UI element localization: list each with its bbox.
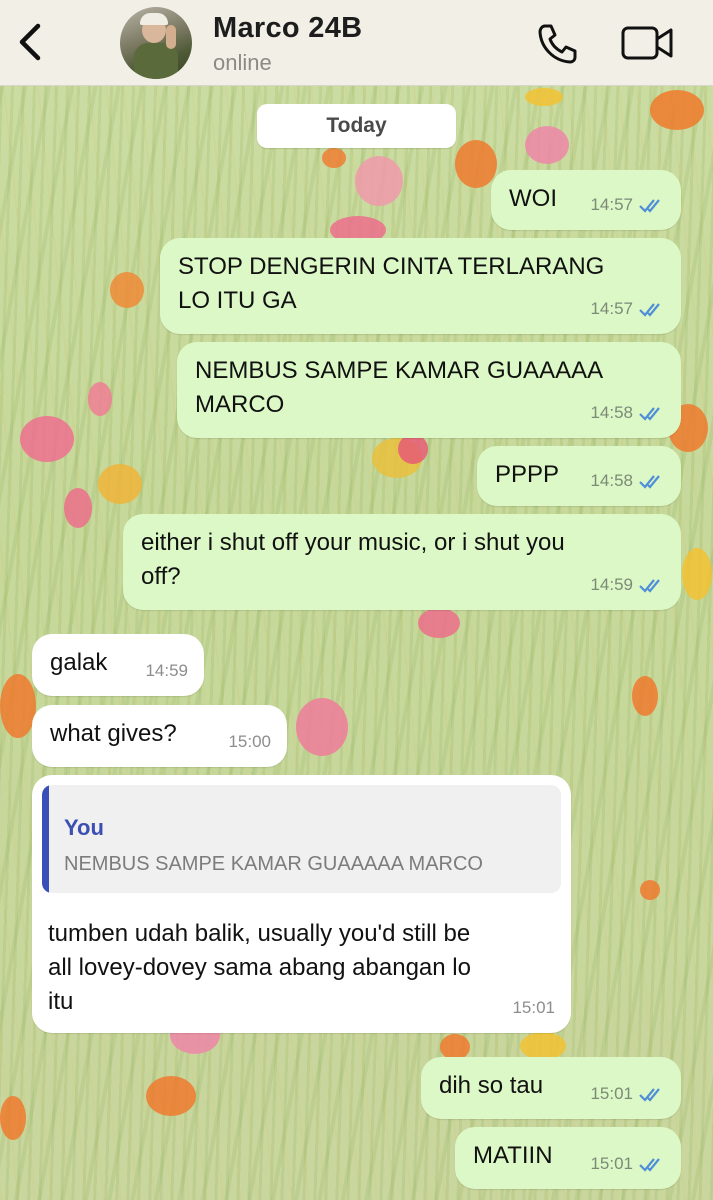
contact-name[interactable]: Marco 24B — [213, 12, 362, 45]
message-time: 15:00 — [228, 732, 271, 751]
read-receipt-icon — [639, 303, 660, 317]
message-bubble-outgoing[interactable]: dih so tau 15:01 — [421, 1057, 681, 1119]
wallpaper-flower — [520, 1032, 566, 1060]
quoted-author: You — [64, 815, 104, 840]
wallpaper-flower — [322, 148, 346, 168]
contact-status: online — [213, 50, 272, 75]
message-bubble-outgoing[interactable]: NEMBUS SAMPE KAMAR GUAAAAA MARCO 14:58 — [177, 342, 681, 438]
date-separator: Today — [257, 104, 456, 148]
back-button[interactable] — [14, 20, 50, 64]
video-call-button[interactable] — [620, 24, 674, 62]
read-receipt-icon — [639, 475, 660, 489]
message-time: 14:58 — [590, 471, 633, 490]
wallpaper-flower — [146, 1076, 196, 1116]
wallpaper-flower — [110, 272, 144, 308]
message-bubble-incoming-reply[interactable]: You NEMBUS SAMPE KAMAR GUAAAAA MARCO tum… — [32, 775, 571, 1033]
message-text: either i shut off your music, or i shut … — [141, 529, 565, 590]
wallpaper-flower — [64, 488, 92, 528]
message-text: tumben udah balik, usually you'd still b… — [48, 920, 471, 1015]
read-receipt-icon — [639, 1088, 660, 1102]
message-time: 14:59 — [590, 575, 633, 594]
wallpaper-flower — [0, 1096, 26, 1140]
read-receipt-icon — [639, 1158, 660, 1172]
wallpaper-flower — [398, 434, 428, 464]
message-time: 15:01 — [590, 1084, 633, 1103]
message-bubble-outgoing[interactable]: STOP DENGERIN CINTA TERLARANG LO ITU GA … — [160, 238, 681, 334]
quoted-text: NEMBUS SAMPE KAMAR GUAAAAA MARCO — [64, 853, 483, 875]
message-time: 14:58 — [590, 403, 633, 422]
message-bubble-incoming[interactable]: galak 14:59 — [32, 634, 204, 696]
message-bubble-outgoing[interactable]: PPPP 14:58 — [477, 446, 681, 506]
message-bubble-outgoing[interactable]: WOI 14:57 — [491, 170, 681, 230]
message-bubble-outgoing[interactable]: either i shut off your music, or i shut … — [123, 514, 681, 610]
wallpaper-flower — [355, 156, 403, 206]
voice-call-button[interactable] — [536, 22, 580, 64]
message-time: 14:57 — [590, 299, 633, 318]
wallpaper-flower — [640, 880, 660, 900]
message-time: 14:59 — [145, 661, 188, 680]
wallpaper-flower — [20, 416, 74, 462]
message-text: dih so tau — [439, 1072, 544, 1099]
message-text: WOI — [509, 185, 557, 212]
wallpaper-flower — [418, 608, 460, 638]
message-bubble-incoming[interactable]: what gives? 15:00 — [32, 705, 287, 767]
message-bubble-outgoing[interactable]: MATIIN 15:01 — [455, 1127, 681, 1189]
wallpaper-flower — [455, 140, 497, 188]
wallpaper-flower — [650, 90, 704, 130]
wallpaper-flower — [296, 698, 348, 756]
message-text: PPPP — [495, 461, 560, 488]
message-time: 14:57 — [590, 195, 633, 214]
message-text: what gives? — [50, 720, 177, 747]
back-chevron-icon — [19, 23, 41, 61]
quoted-message[interactable]: You NEMBUS SAMPE KAMAR GUAAAAA MARCO — [42, 785, 561, 893]
wallpaper-flower — [525, 88, 563, 106]
read-receipt-icon — [639, 579, 660, 593]
wallpaper-flower — [88, 382, 112, 416]
wallpaper-flower — [682, 548, 712, 600]
message-text: galak — [50, 649, 108, 676]
chat-header: Marco 24B online — [0, 0, 713, 86]
video-camera-icon — [621, 26, 673, 60]
quote-accent-bar — [42, 785, 49, 893]
wallpaper-flower — [525, 126, 569, 164]
phone-icon — [538, 24, 577, 64]
wallpaper-flower — [0, 674, 36, 738]
read-receipt-icon — [639, 407, 660, 421]
message-time: 15:01 — [512, 998, 555, 1017]
message-text: MATIIN — [473, 1142, 553, 1169]
wallpaper-flower — [98, 464, 142, 504]
contact-avatar[interactable] — [120, 7, 192, 79]
message-text: STOP DENGERIN CINTA TERLARANG LO ITU GA — [178, 253, 605, 314]
message-text: NEMBUS SAMPE KAMAR GUAAAAA MARCO — [195, 357, 604, 418]
message-time: 15:01 — [590, 1154, 633, 1173]
wallpaper-flower — [632, 676, 658, 716]
read-receipt-icon — [639, 199, 660, 213]
